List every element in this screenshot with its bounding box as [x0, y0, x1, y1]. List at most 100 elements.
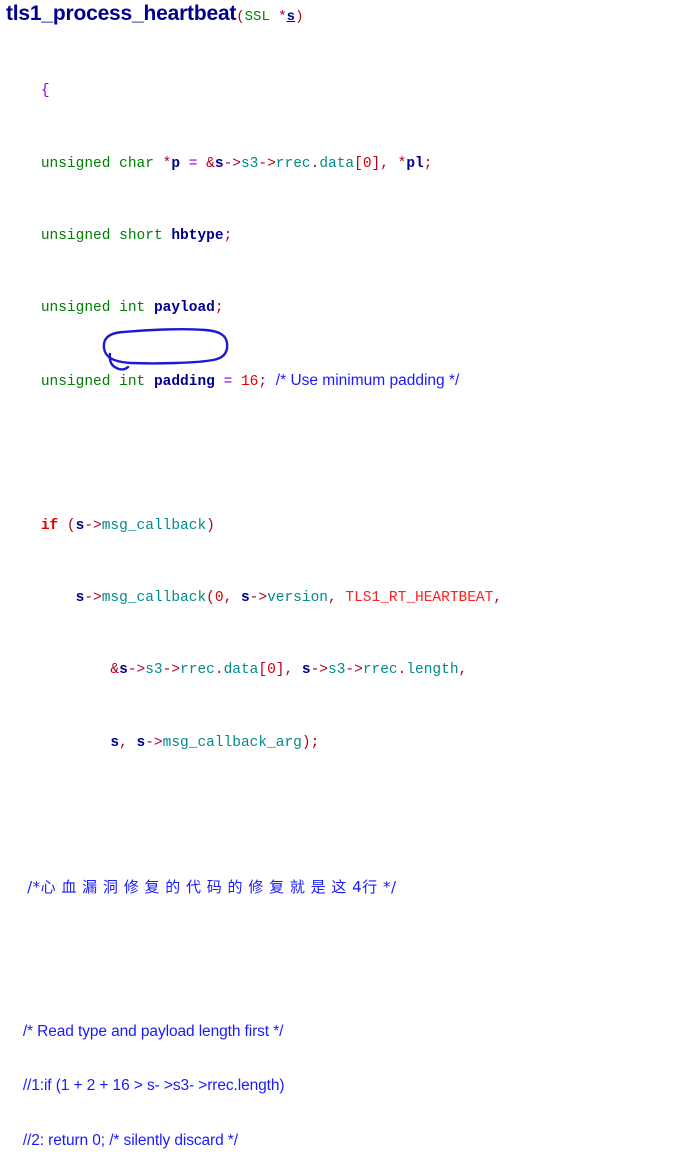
token-short: short	[119, 228, 163, 245]
signature-close-paren: )	[295, 9, 304, 25]
token-open-brace: {	[40, 83, 50, 100]
token-semi: ;	[423, 155, 433, 172]
token-var-payload: payload	[153, 300, 215, 317]
token-arrow-7: ->	[162, 662, 181, 679]
token-num-zero-2: 0	[214, 589, 224, 606]
token-amp-2: &	[110, 662, 120, 679]
signature-open-paren: (	[236, 9, 245, 25]
token-var-s-6: s	[301, 662, 311, 679]
token-num-zero-3: 0	[267, 662, 276, 679]
function-name: tls1_process_heartbeat	[6, 2, 237, 25]
token-semi-4: ;	[258, 373, 268, 390]
token-paren-open-2: (	[206, 589, 215, 606]
token-paren-close: )	[206, 517, 215, 534]
token-amp: &	[206, 155, 215, 172]
comment-line-2: //2: return 0; /* silently discard */	[6, 1132, 678, 1150]
token-arrow-4: ->	[84, 589, 102, 606]
token-const-tls1-rt-heartbeat: TLS1_RT_HEARTBEAT	[345, 589, 494, 606]
comment-read-type-text: /* Read type and payload length first */	[22, 1023, 284, 1041]
token-member-s3: s3	[240, 155, 259, 172]
token-var-padding: padding	[153, 373, 215, 390]
token-unsigned-2: unsigned	[40, 228, 111, 245]
token-int: int	[119, 300, 146, 317]
token-arrow-6: ->	[127, 662, 146, 679]
token-member-data-2: data	[223, 662, 259, 679]
code-line-decl-hbtype: unsigned short hbtype;	[6, 227, 678, 245]
token-member-rrec-2: rrec	[180, 662, 215, 679]
token-num-16: 16	[240, 373, 259, 390]
token-bracket-close: ]	[371, 155, 381, 172]
comment-line-chinese: /*心 血 漏 洞 修 复 的 代 码 的 修 复 就 是 这 4行 */	[6, 878, 678, 896]
token-paren-open: (	[66, 517, 76, 534]
token-arrow-8: ->	[310, 662, 328, 679]
token-if: if	[40, 517, 59, 534]
function-signature: tls1_process_heartbeat(SSL *s)	[6, 1, 303, 30]
token-arrow-10: ->	[145, 734, 163, 751]
token-num-zero: 0	[362, 155, 372, 172]
token-char: char	[119, 155, 154, 172]
code-line-callback-3: s, s->msg_callback_arg);	[6, 734, 678, 752]
token-member-msg-callback-arg: msg_callback_arg	[162, 734, 302, 751]
token-var-pl: pl	[406, 155, 424, 172]
code-line-open-brace: {	[6, 82, 678, 100]
token-var-s: s	[214, 155, 224, 172]
token-assign: =	[188, 155, 198, 172]
comment-2-text: //2: return 0; /* silently discard */	[22, 1131, 238, 1149]
token-var-p: p	[171, 155, 181, 172]
token-unsigned-3: unsigned	[40, 300, 111, 317]
token-bracket-close-2: ]	[275, 662, 285, 679]
token-comma-5: ,	[284, 662, 294, 679]
token-comma-2: ,	[223, 589, 233, 606]
token-dot: .	[310, 155, 320, 172]
token-member-version: version	[267, 589, 328, 606]
token-var-s-4: s	[240, 589, 250, 606]
signature-param-name: s	[286, 9, 296, 25]
token-var-s-5: s	[119, 662, 128, 679]
token-assign-2: =	[223, 373, 233, 390]
token-semi-2: ;	[223, 228, 233, 245]
token-dot-3: .	[397, 662, 407, 679]
token-member-s3-2: s3	[145, 662, 163, 679]
token-member-rrec-3: rrec	[362, 662, 398, 679]
code-listing-page: tls1_process_heartbeat(SSL *s) { unsigne…	[0, 0, 683, 1149]
token-comma-7: ,	[119, 734, 128, 751]
token-var-hbtype: hbtype	[171, 228, 224, 245]
token-unsigned: unsigned	[40, 155, 111, 172]
token-paren-close-2: )	[301, 734, 311, 751]
token-arrow-5: ->	[249, 589, 268, 606]
token-bracket-open: [	[354, 155, 363, 172]
signature-param-type: SSL	[244, 9, 270, 25]
token-comma: ,	[380, 155, 389, 172]
code-line-decl-p: unsigned char *p = &s->s3->rrec.data[0],…	[6, 155, 678, 173]
signature-param-star: *	[278, 9, 287, 25]
token-dot-2: .	[214, 662, 224, 679]
comment-use-minimum-padding: /* Use minimum padding */	[275, 371, 460, 389]
token-arrow-9: ->	[345, 662, 363, 679]
token-member-msg-callback-2: msg_callback	[101, 589, 207, 606]
comment-chinese-text: /*心 血 漏 洞 修 复 的 代 码 的 修 复 就 是 这 4行 */	[27, 878, 397, 897]
token-arrow-2: ->	[258, 155, 276, 172]
token-int-2: int	[119, 373, 146, 390]
code-line-if-msg-callback: if (s->msg_callback)	[6, 517, 678, 535]
comment-line-read-type: /* Read type and payload length first */	[6, 1023, 678, 1041]
token-member-length: length	[406, 662, 459, 679]
comment-line-1: //1:if (1 + 2 + 16 > s- >s3- >rrec.lengt…	[6, 1077, 678, 1095]
token-member-msg-callback: msg_callback	[101, 517, 207, 534]
token-unsigned-4: unsigned	[40, 373, 111, 390]
comment-1-text: //1:if (1 + 2 + 16 > s- >s3- >rrec.lengt…	[22, 1077, 285, 1095]
token-member-s3-3: s3	[328, 662, 346, 679]
token-semi-5: ;	[310, 734, 320, 751]
code-line-decl-padding: unsigned int padding = 16; /* Use minimu…	[6, 372, 678, 390]
code-line-callback-1: s->msg_callback(0, s->version, TLS1_RT_H…	[6, 589, 678, 607]
token-member-rrec: rrec	[275, 155, 311, 172]
token-comma-6: ,	[458, 662, 468, 679]
token-var-s-3: s	[75, 589, 85, 606]
token-arrow: ->	[223, 155, 241, 172]
code-line-callback-2: &s->s3->rrec.data[0], s->s3->rrec.length…	[6, 661, 678, 679]
code-line-decl-payload: unsigned int payload;	[6, 299, 678, 317]
token-bracket-open-2: [	[258, 662, 268, 679]
token-var-s-7: s	[110, 734, 120, 751]
